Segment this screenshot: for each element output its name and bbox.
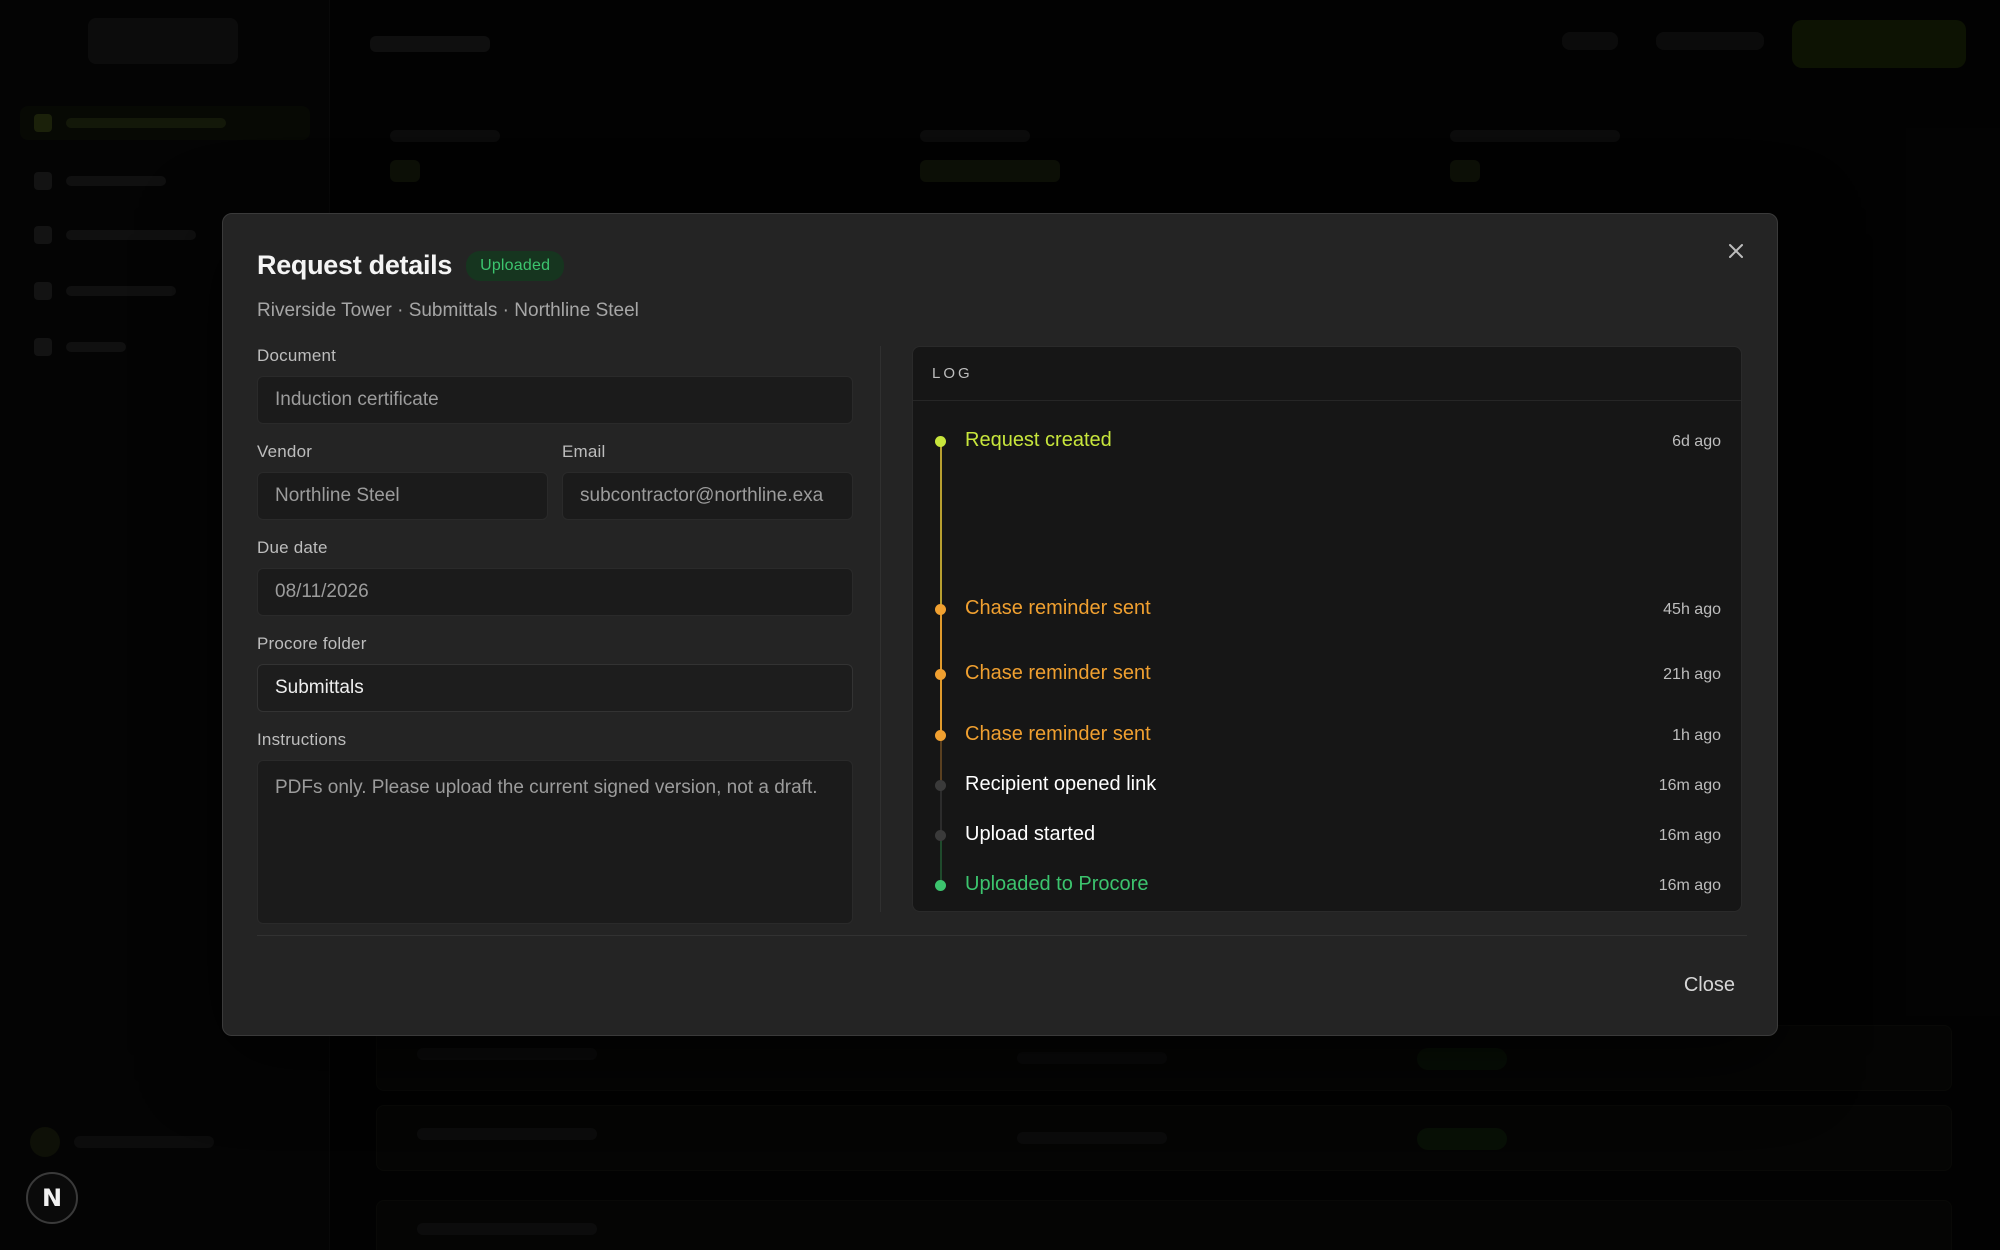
- log-entry-text: Chase reminder sent: [965, 723, 1151, 745]
- log-entry-text: Chase reminder sent: [965, 662, 1151, 684]
- timeline-dot-icon: [935, 830, 946, 841]
- procore-folder-field[interactable]: Submittals: [257, 664, 853, 712]
- request-details-modal: Request details Uploaded Riverside Tower…: [222, 213, 1778, 1036]
- log-entry-time: 45h ago: [1663, 601, 1721, 618]
- close-icon[interactable]: [1721, 236, 1751, 266]
- vendor-field[interactable]: Northline Steel: [257, 472, 548, 520]
- modal-header: Request details Uploaded: [257, 250, 565, 281]
- request-form: Document Induction certificate Vendor No…: [257, 346, 853, 942]
- log-entry-time: 16m ago: [1658, 827, 1721, 844]
- next-dev-badge[interactable]: N: [26, 1172, 78, 1224]
- log-entry-text: Request created: [965, 429, 1112, 451]
- email-field[interactable]: subcontractor@northline.exa: [562, 472, 853, 520]
- log-entry-time: 16m ago: [1658, 877, 1721, 894]
- procore-folder-label: Procore folder: [257, 634, 367, 653]
- document-label: Document: [257, 346, 337, 365]
- log-entry-text: Uploaded to Procore: [965, 873, 1149, 895]
- log-heading: LOG: [913, 347, 1741, 401]
- log-entry: Request created 6d ago: [913, 427, 1741, 457]
- log-entry-text: Upload started: [965, 823, 1096, 845]
- timeline-connector: [940, 441, 942, 609]
- modal-title: Request details: [257, 250, 453, 280]
- log-entry-text: Chase reminder sent: [965, 597, 1151, 619]
- log-entry: Chase reminder sent 21h ago: [913, 660, 1741, 690]
- log-entry-time: 16m ago: [1658, 777, 1721, 794]
- instructions-textarea[interactable]: PDFs only. Please upload the current sig…: [257, 760, 853, 924]
- breadcrumb: Riverside Tower · Submittals · Northline…: [257, 300, 639, 321]
- status-badge: Uploaded: [466, 250, 565, 281]
- log-entry: Chase reminder sent 1h ago: [913, 721, 1741, 751]
- due-date-label: Due date: [257, 538, 328, 557]
- timeline-dot-icon: [935, 669, 946, 680]
- timeline-dot-icon: [935, 604, 946, 615]
- email-label: Email: [562, 442, 606, 461]
- log-entry-time: 21h ago: [1663, 666, 1721, 683]
- timeline-dot-icon: [935, 780, 946, 791]
- column-divider: [880, 346, 881, 912]
- instructions-label: Instructions: [257, 730, 347, 749]
- timeline-dot-icon: [935, 880, 946, 891]
- timeline-dot-icon: [935, 730, 946, 741]
- close-button[interactable]: Close: [1682, 964, 1737, 1007]
- log-entry: Chase reminder sent 45h ago: [913, 595, 1741, 625]
- log-entry-time: 1h ago: [1672, 727, 1721, 744]
- due-date-field[interactable]: 08/11/2026: [257, 568, 853, 616]
- log-entry: Uploaded to Procore 16m ago: [913, 871, 1741, 901]
- log-entry-time: 6d ago: [1672, 433, 1721, 450]
- log-entry: Upload started 16m ago: [913, 821, 1741, 851]
- log-entry: Recipient opened link 16m ago: [913, 771, 1741, 801]
- vendor-label: Vendor: [257, 442, 313, 461]
- document-field[interactable]: Induction certificate: [257, 376, 853, 424]
- activity-log: LOG Request created 6d ago Chase reminder …: [912, 346, 1742, 912]
- timeline-dot-icon: [935, 436, 946, 447]
- footer-divider: [257, 935, 1747, 936]
- log-entry-text: Recipient opened link: [965, 773, 1157, 795]
